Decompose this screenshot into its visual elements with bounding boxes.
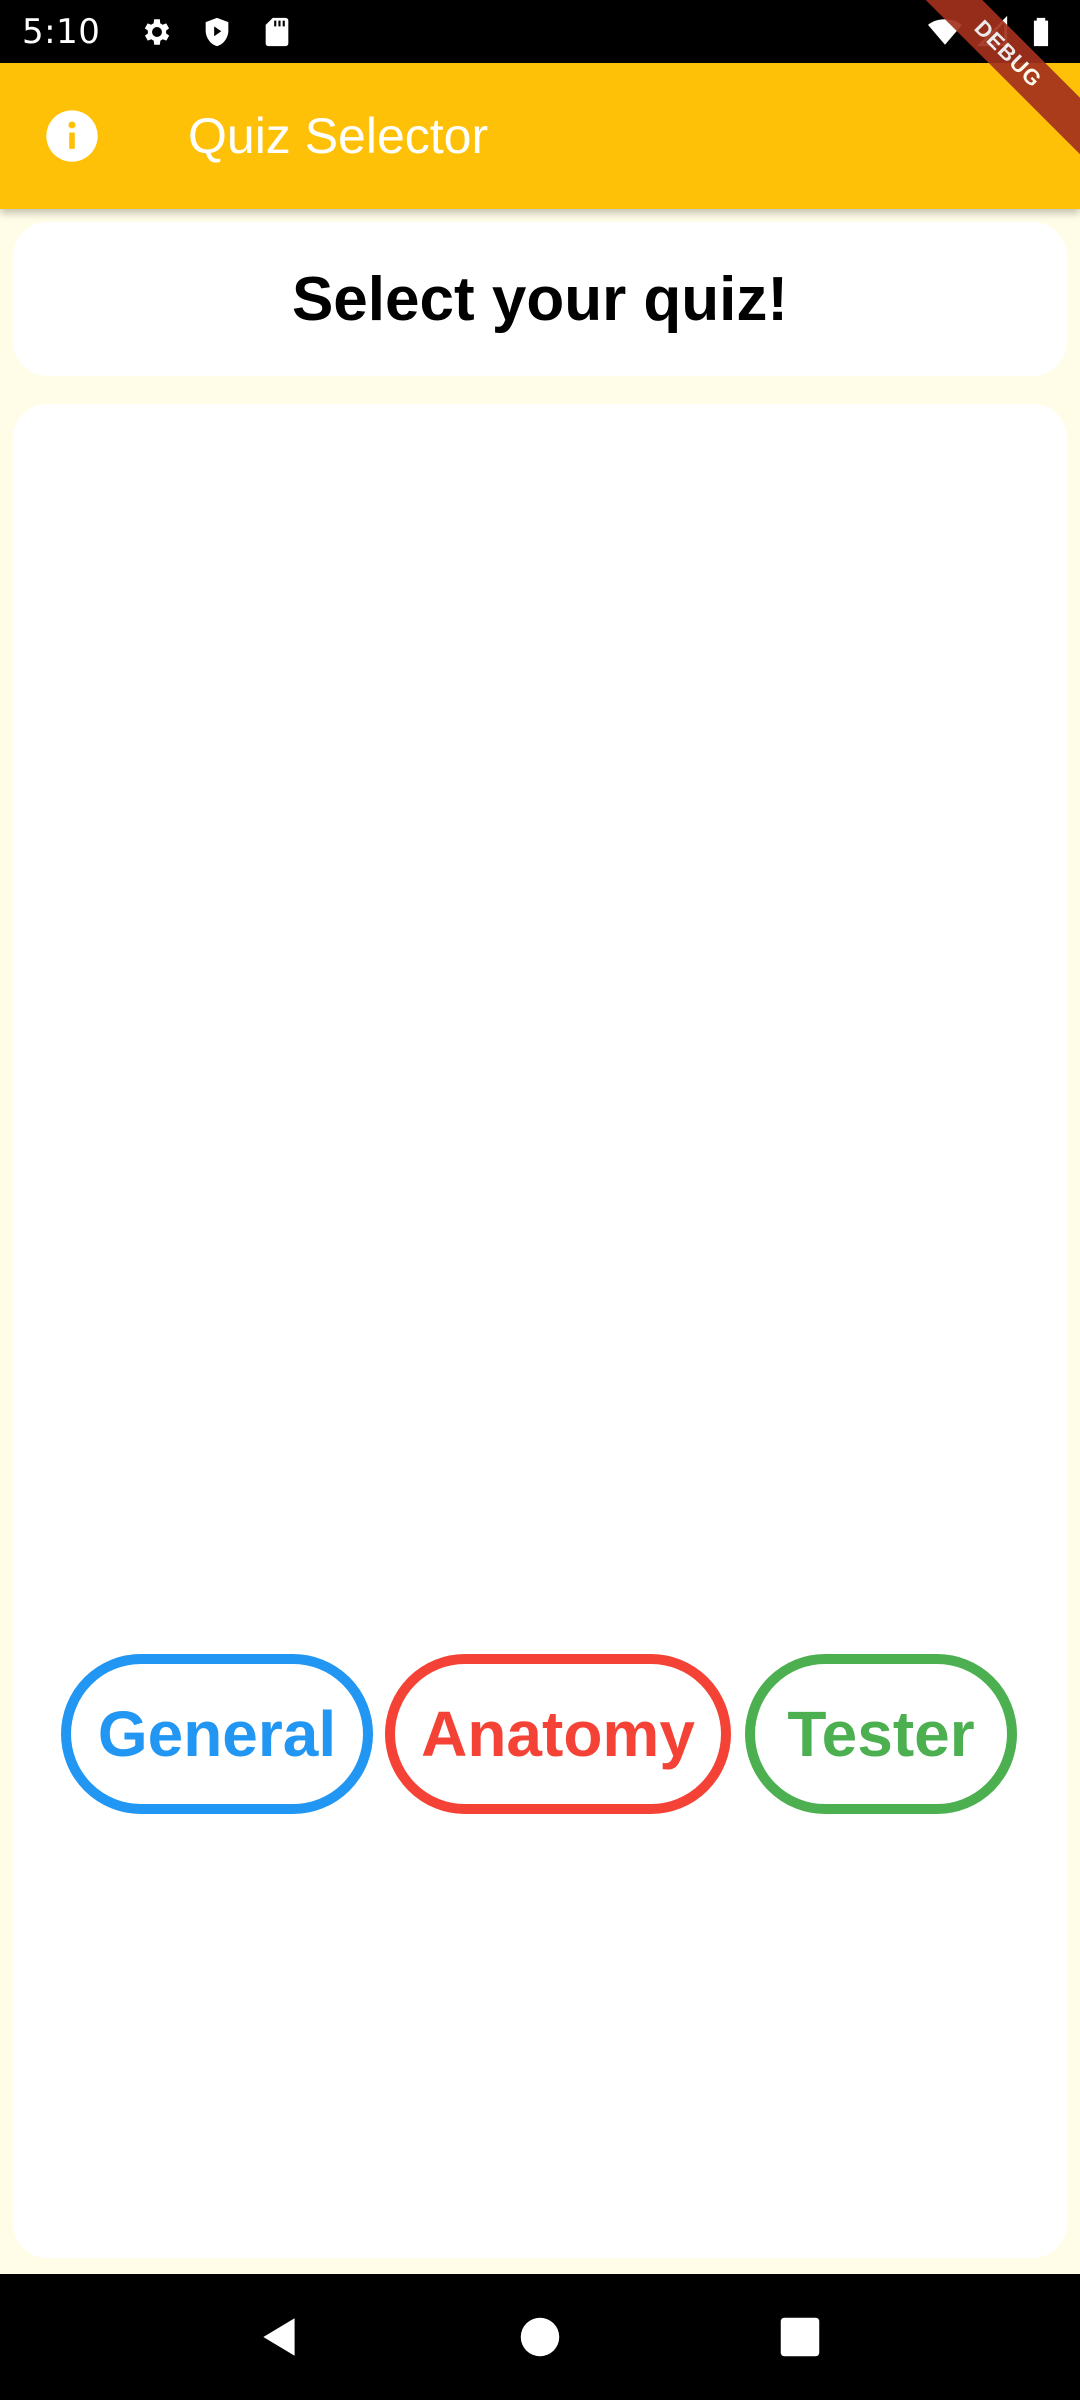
page-title: Select your quiz! — [291, 264, 789, 334]
header-card: Select your quiz! — [13, 222, 1067, 376]
app-bar: Quiz Selector — [0, 63, 1080, 209]
status-icons-left — [140, 15, 294, 49]
nav-home-button[interactable] — [510, 2307, 570, 2367]
gear-icon — [140, 15, 174, 49]
quiz-button-label: Anatomy — [421, 1698, 695, 1770]
quiz-card: General Anatomy Tester — [13, 404, 1067, 2258]
status-bar: 5:10 — [0, 0, 1080, 63]
battery-icon — [1024, 15, 1058, 49]
quiz-button-anatomy[interactable]: Anatomy — [385, 1654, 731, 1814]
info-icon — [46, 110, 98, 162]
recents-icon — [780, 2317, 820, 2357]
back-icon — [263, 2318, 295, 2356]
signal-icon — [976, 15, 1010, 49]
nav-back-button[interactable] — [250, 2307, 310, 2367]
home-icon — [520, 2317, 560, 2357]
sd-card-icon — [260, 15, 294, 49]
app-title: Quiz Selector — [188, 108, 489, 164]
screen: 5:10 DEBUG Quiz Selector Select your qui… — [0, 0, 1080, 2400]
navigation-bar — [0, 2274, 1080, 2400]
nav-recents-button[interactable] — [770, 2307, 830, 2367]
quiz-button-general[interactable]: General — [61, 1654, 373, 1814]
quiz-button-tester[interactable]: Tester — [745, 1654, 1017, 1814]
shield-play-icon — [200, 15, 234, 49]
quiz-button-label: Tester — [787, 1698, 975, 1770]
wifi-icon — [928, 15, 962, 49]
status-icons-right — [928, 0, 1058, 63]
info-button[interactable] — [42, 106, 102, 166]
status-time: 5:10 — [22, 11, 101, 52]
quiz-button-label: General — [97, 1698, 337, 1770]
